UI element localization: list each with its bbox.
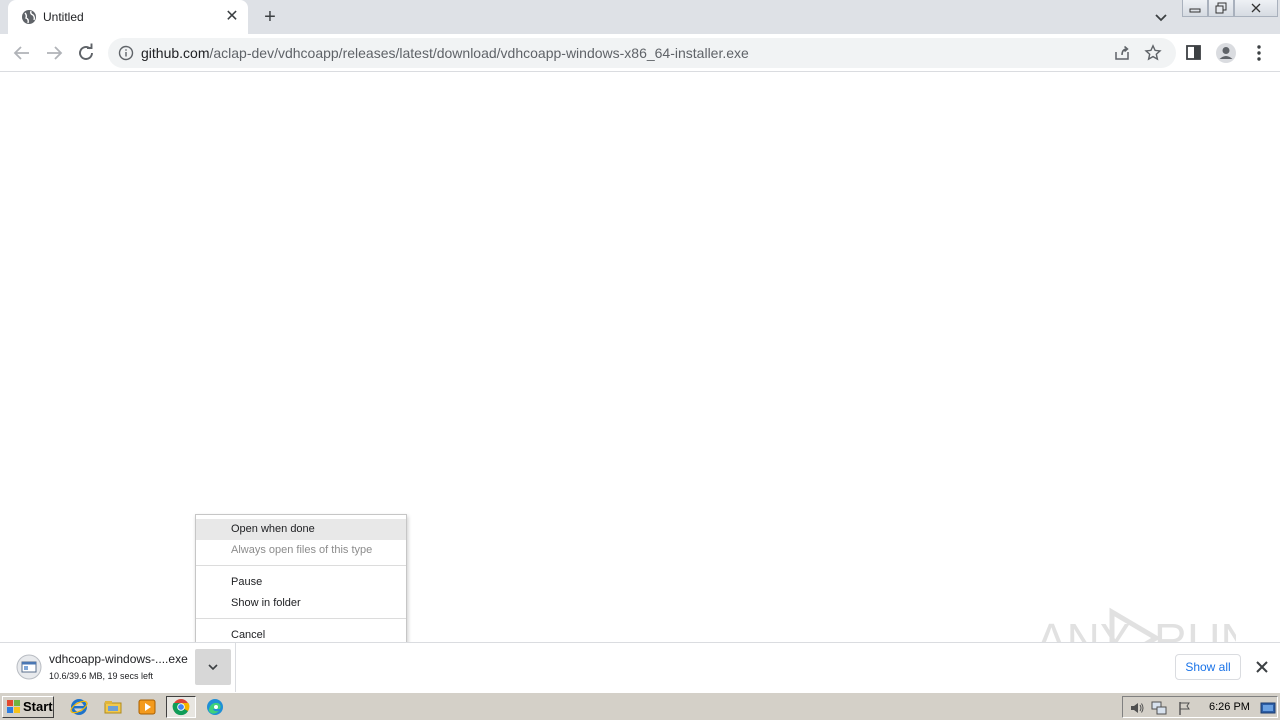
- taskbar-app-chrome[interactable]: [166, 696, 196, 718]
- system-tray: 6:26 PM: [1122, 696, 1278, 718]
- info-icon[interactable]: [118, 45, 134, 61]
- download-item[interactable]: vdhcoapp-windows-....exe 10.6/39.6 MB, 1…: [0, 643, 236, 692]
- forward-arrow-icon[interactable]: [42, 41, 66, 65]
- chrome-icon: [172, 699, 190, 716]
- close-icon[interactable]: [1253, 658, 1271, 676]
- chevron-down-icon: [208, 664, 218, 671]
- menu-item-always-open: Always open files of this type: [231, 544, 373, 556]
- globe-icon: [22, 10, 36, 24]
- show-desktop-icon[interactable]: [1260, 700, 1276, 716]
- installer-file-icon: [16, 654, 42, 680]
- taskbar-app-file-explorer[interactable]: [100, 696, 126, 718]
- edge-icon: [207, 699, 223, 715]
- minimize-button[interactable]: [1182, 0, 1208, 17]
- address-bar[interactable]: github.com/aclap-dev/vdhcoapp/releases/l…: [108, 38, 1176, 68]
- bookmark-star-icon[interactable]: [1144, 44, 1162, 62]
- minimize-icon: [1189, 8, 1201, 13]
- media-player-icon: [138, 699, 156, 715]
- taskbar-app-edge[interactable]: [202, 696, 228, 718]
- menu-item-pause[interactable]: Pause: [196, 572, 406, 593]
- windows-logo-icon: [7, 700, 20, 713]
- reload-icon[interactable]: [74, 41, 98, 65]
- taskbar-app-internet-explorer[interactable]: [66, 696, 92, 718]
- tab-strip: Untitled ✕ +: [0, 0, 1280, 34]
- file-explorer-icon: [104, 701, 122, 714]
- taskbar-app-media-player[interactable]: [134, 696, 160, 718]
- menu-item-show-in-folder[interactable]: Show in folder: [196, 593, 406, 614]
- window-controls: [1182, 0, 1278, 18]
- start-label: Start: [23, 699, 53, 714]
- download-file-name: vdhcoapp-windows-....exe: [49, 652, 188, 666]
- url-host: github.com: [141, 45, 210, 61]
- url-path: /aclap-dev/vdhcoapp/releases/latest/down…: [209, 45, 749, 61]
- download-context-menu: Open when done Always open files of this…: [195, 514, 407, 648]
- profile-avatar-icon[interactable]: [1215, 42, 1237, 64]
- tab-close-icon[interactable]: ✕: [224, 9, 240, 25]
- close-icon: [1251, 3, 1261, 13]
- download-status: 10.6/39.6 MB, 19 secs left: [49, 671, 154, 681]
- windows-taskbar: Start 6:26 PM: [0, 692, 1280, 720]
- volume-icon[interactable]: [1129, 700, 1145, 716]
- menu-separator: [196, 618, 406, 619]
- back-arrow-icon[interactable]: [10, 41, 34, 65]
- share-icon[interactable]: [1113, 44, 1131, 62]
- download-menu-button[interactable]: [195, 649, 231, 685]
- action-center-flag-icon[interactable]: [1177, 700, 1193, 716]
- tab-title: Untitled: [43, 10, 84, 24]
- side-panel-icon[interactable]: [1184, 43, 1204, 63]
- network-icon[interactable]: [1151, 700, 1167, 716]
- kebab-menu-icon[interactable]: [1249, 43, 1269, 63]
- internet-explorer-icon: [70, 699, 88, 715]
- url-text[interactable]: github.com/aclap-dev/vdhcoapp/releases/l…: [141, 45, 749, 61]
- window-close-button[interactable]: [1234, 0, 1278, 17]
- menu-separator: [196, 565, 406, 566]
- chevron-down-icon[interactable]: [1150, 6, 1172, 28]
- download-shelf: vdhcoapp-windows-....exe 10.6/39.6 MB, 1…: [0, 642, 1280, 692]
- restore-button[interactable]: [1208, 0, 1234, 17]
- menu-item-open-when-done[interactable]: Open when done: [196, 519, 406, 540]
- restore-icon: [1215, 2, 1227, 14]
- taskbar-clock[interactable]: 6:26 PM: [1209, 701, 1250, 713]
- page-content: [0, 72, 1280, 642]
- start-button[interactable]: Start: [2, 696, 54, 718]
- new-tab-button[interactable]: +: [258, 6, 282, 28]
- browser-toolbar: github.com/aclap-dev/vdhcoapp/releases/l…: [0, 34, 1280, 72]
- tab-untitled[interactable]: Untitled ✕: [8, 0, 248, 34]
- show-all-button[interactable]: Show all: [1175, 654, 1241, 680]
